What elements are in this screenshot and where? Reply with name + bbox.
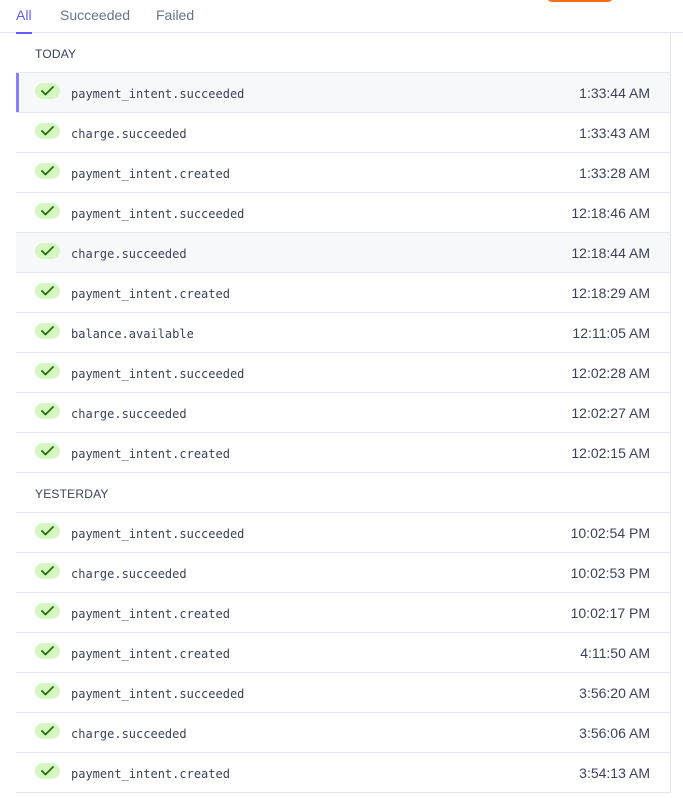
event-type: payment_intent.succeeded [71, 527, 245, 541]
event-row[interactable]: charge.succeeded 3:56:06 AM [16, 713, 670, 753]
event-time: 10:02:54 PM [570, 525, 650, 541]
tab-all[interactable]: All [16, 6, 32, 34]
event-time: 10:02:53 PM [570, 565, 650, 581]
success-check-icon [35, 163, 60, 179]
tab-succeeded[interactable]: Succeeded [60, 6, 130, 24]
event-row[interactable]: payment_intent.created 12:02:15 AM [16, 433, 670, 473]
success-check-icon [35, 363, 60, 379]
success-check-icon [35, 563, 60, 579]
event-time: 12:18:29 AM [571, 285, 650, 301]
event-type: payment_intent.succeeded [71, 87, 245, 101]
event-type: charge.succeeded [71, 247, 187, 261]
event-type: charge.succeeded [71, 567, 187, 581]
event-type: payment_intent.created [71, 447, 230, 461]
event-row[interactable]: charge.succeeded 10:02:53 PM [16, 553, 670, 593]
event-type: payment_intent.created [71, 607, 230, 621]
event-row[interactable]: payment_intent.succeeded 1:33:44 AM [16, 73, 670, 113]
orange-action-button[interactable] [547, 0, 613, 2]
event-row[interactable]: payment_intent.succeeded 12:02:28 AM [16, 353, 670, 393]
event-row[interactable]: payment_intent.created 4:11:50 AM [16, 633, 670, 673]
event-type: charge.succeeded [71, 407, 187, 421]
section-header-yesterday: YESTERDAY [16, 473, 670, 513]
event-type: balance.available [71, 327, 194, 341]
success-check-icon [35, 523, 60, 539]
success-check-icon [35, 243, 60, 259]
event-time: 12:02:15 AM [571, 445, 650, 461]
filter-tabs: All Succeeded Failed [0, 0, 683, 34]
event-time: 12:02:28 AM [571, 365, 650, 381]
event-type: payment_intent.created [71, 287, 230, 301]
success-check-icon [35, 203, 60, 219]
event-time: 1:33:43 AM [579, 125, 650, 141]
event-type: payment_intent.succeeded [71, 687, 245, 701]
success-check-icon [35, 443, 60, 459]
event-row[interactable]: charge.succeeded 1:33:43 AM [16, 113, 670, 153]
event-time: 12:02:27 AM [571, 405, 650, 421]
success-check-icon [35, 603, 60, 619]
event-row[interactable]: charge.succeeded 12:18:44 AM [16, 233, 670, 273]
event-time: 12:11:05 AM [572, 325, 650, 341]
success-check-icon [35, 283, 60, 299]
event-row[interactable]: payment_intent.succeeded 12:18:46 AM [16, 193, 670, 233]
success-check-icon [35, 763, 60, 779]
tab-failed[interactable]: Failed [156, 6, 194, 24]
success-check-icon [35, 403, 60, 419]
event-time: 4:11:50 AM [580, 645, 650, 661]
success-check-icon [35, 723, 60, 739]
success-check-icon [35, 683, 60, 699]
event-type: payment_intent.succeeded [71, 367, 245, 381]
success-check-icon [35, 123, 60, 139]
event-time: 3:54:13 AM [579, 765, 650, 781]
event-time: 3:56:06 AM [579, 725, 650, 741]
event-row[interactable]: payment_intent.created 10:02:17 PM [16, 593, 670, 633]
event-type: payment_intent.created [71, 167, 230, 181]
event-row[interactable]: balance.available 12:11:05 AM [16, 313, 670, 353]
event-row[interactable]: charge.succeeded 12:02:27 AM [16, 393, 670, 433]
event-row[interactable]: payment_intent.created 12:18:29 AM [16, 273, 670, 313]
event-type: payment_intent.succeeded [71, 207, 245, 221]
event-time: 10:02:17 PM [570, 605, 650, 621]
event-type: charge.succeeded [71, 127, 187, 141]
event-list: TODAY payment_intent.succeeded 1:33:44 AM c… [16, 33, 671, 793]
event-row[interactable]: payment_intent.created 1:33:28 AM [16, 153, 670, 193]
event-time: 12:18:44 AM [571, 245, 650, 261]
event-time: 3:56:20 AM [579, 685, 650, 701]
event-type: charge.succeeded [71, 727, 187, 741]
event-row[interactable]: payment_intent.created 3:54:13 AM [16, 753, 670, 793]
success-check-icon [35, 643, 60, 659]
success-check-icon [35, 323, 60, 339]
event-row[interactable]: payment_intent.succeeded 10:02:54 PM [16, 513, 670, 553]
event-type: payment_intent.created [71, 767, 230, 781]
event-time: 12:18:46 AM [571, 205, 650, 221]
event-time: 1:33:28 AM [579, 165, 650, 181]
event-type: payment_intent.created [71, 647, 230, 661]
event-row[interactable]: payment_intent.succeeded 3:56:20 AM [16, 673, 670, 713]
event-time: 1:33:44 AM [579, 85, 650, 101]
success-check-icon [35, 83, 60, 99]
section-header-today: TODAY [16, 33, 670, 73]
